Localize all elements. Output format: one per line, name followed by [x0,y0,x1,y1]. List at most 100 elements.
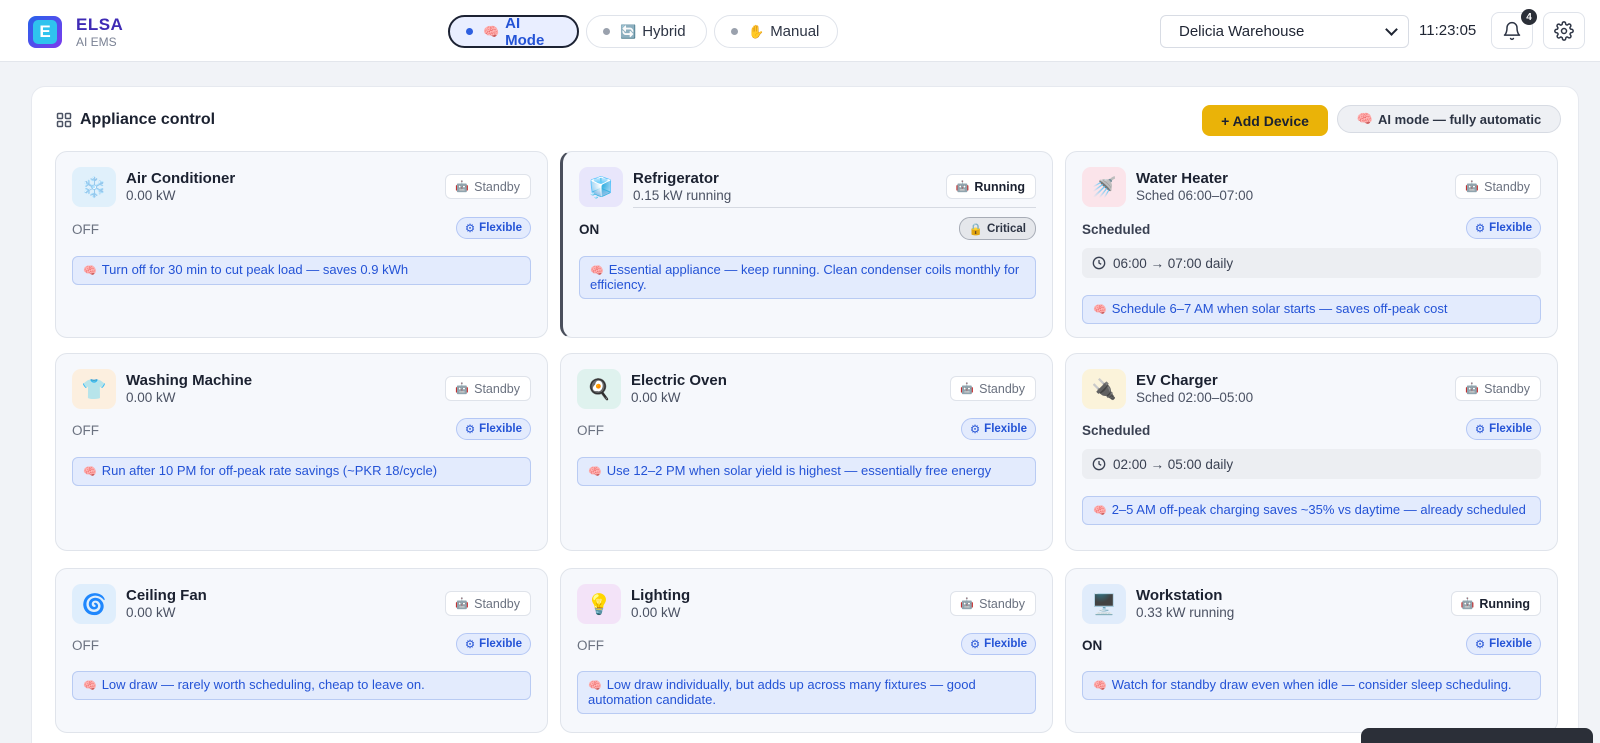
flexible-badge: ⚙ Flexible [455,418,531,440]
standby-button[interactable]: 🤖 Standby [445,591,531,616]
lock-icon: 🔒 [968,223,983,236]
clock: 11:23:05 [1419,22,1477,39]
state-label: Standby [474,179,520,194]
standby-button[interactable]: 🤖 Standby [1455,174,1541,199]
tip-text: Low draw individually, but adds up acros… [588,677,976,707]
running-button[interactable]: 🤖 Running [945,174,1036,199]
ai-tip: 🧠 Use 12–2 PM when solar yield is highest… [577,457,1036,486]
appliance-control-panel: Appliance control + Add Device 🧠 AI mode… [31,86,1579,743]
standby-button[interactable]: 🤖 Standby [950,376,1036,401]
brand-subtitle: AI EMS [76,35,117,49]
tip-text: Run after 10 PM for off-peak rate saving… [101,463,438,478]
tag-label: Flexible [1489,222,1532,234]
brain-icon: 🧠 [588,680,602,692]
device-power: 0.33 kW running [1136,605,1235,620]
device-card-electric-oven[interactable]: 🍳 Electric Oven 0.00 kW 🤖 Standby OFF ⚙ Fl… [560,353,1053,551]
status-dot [603,28,610,35]
flexible-badge: ⚙ Flexible [1465,633,1541,655]
ai-tip: 🧠 Low draw — rarely worth scheduling, che… [72,671,531,700]
robot-icon: 🤖 [1465,383,1480,395]
pan-icon: 🍳 [577,369,621,409]
ai-tip: 🧠 Essential appliance — keep running. Cle… [579,256,1036,299]
brain-icon: 🧠 [1356,111,1373,126]
device-status: OFF [72,638,99,653]
flex-icon: ⚙ [969,424,981,436]
divider [633,207,1036,208]
chevron-down-icon [1385,22,1398,36]
tag-label: Flexible [479,423,522,435]
tag-label: Flexible [984,638,1027,650]
logo[interactable]: E [28,16,62,48]
running-button[interactable]: 🤖 Running [1450,591,1541,616]
tag-label: Flexible [479,638,522,650]
top-bar: E ELSA AI EMS 🧠 AI Mode 🔄 Hybrid ✋ Manua… [0,0,1600,62]
device-name: Water Heater [1136,170,1228,187]
device-power: 0.15 kW running [633,188,732,203]
device-name: Workstation [1136,587,1223,604]
settings-button[interactable] [1543,12,1585,49]
standby-button[interactable]: 🤖 Standby [445,376,531,401]
tip-text: 2–5 AM off-peak charging saves ~35% vs d… [1111,502,1526,517]
tip-text: Watch for standby draw even when idle — … [1111,677,1512,692]
shower-icon: 🚿 [1082,167,1126,207]
mode-hybrid-button[interactable]: 🔄 Hybrid [586,15,707,48]
standby-button[interactable]: 🤖 Standby [950,591,1036,616]
device-card-ceiling-fan[interactable]: 🌀 Ceiling Fan 0.00 kW 🤖 Standby OFF ⚙ Flex… [55,568,548,733]
robot-icon: 🤖 [1465,181,1480,193]
bell-icon [1503,21,1521,40]
status-dot [731,28,738,35]
device-card-water-heater[interactable]: 🚿 Water Heater Sched 06:00–07:00 🤖 Standb… [1065,151,1558,338]
ai-tip: 🧠 2–5 AM off-peak charging saves ~35% vs … [1082,496,1541,525]
state-label: Running [974,179,1025,194]
snowflake-icon: ❄️ [72,167,116,207]
hand-icon: ✋ [748,23,765,39]
device-card-lighting[interactable]: 💡 Lighting 0.00 kW 🤖 Standby OFF ⚙ Flexibl… [560,568,1053,733]
plug-icon: 🔌 [1082,369,1126,409]
ai-tip: 🧠 Run after 10 PM for off-peak rate savin… [72,457,531,486]
schedule-row: 06:00 → 07:00 daily [1082,248,1541,278]
flex-icon: ⚙ [1474,424,1486,436]
panel-title-text: Appliance control [80,111,216,128]
device-card-ev-charger[interactable]: 🔌 EV Charger Sched 02:00–05:00 🤖 Standby … [1065,353,1558,551]
state-label: Standby [979,596,1025,611]
mode-ai-button[interactable]: 🧠 AI Mode [448,14,579,49]
tip-text: Low draw — rarely worth scheduling, chea… [101,677,425,692]
schedule-row: 02:00 → 05:00 daily [1082,449,1541,479]
device-power: 0.00 kW [631,605,681,620]
flex-icon: ⚙ [464,223,476,235]
device-status: Scheduled [1082,423,1151,438]
notification-badge: 4 [1521,9,1537,25]
device-card-air-conditioner[interactable]: ❄️ Air Conditioner 0.00 kW 🤖 Standby OFF … [55,151,548,338]
flex-icon: ⚙ [1474,223,1486,235]
robot-icon: 🤖 [455,181,470,193]
clock-icon [1092,256,1106,270]
mode-label: AI Mode [505,14,545,49]
monitor-icon: 🖥️ [1082,584,1126,624]
standby-button[interactable]: 🤖 Standby [1455,376,1541,401]
device-status: ON [579,222,600,237]
tag-label: Flexible [479,222,522,234]
device-card-washing-machine[interactable]: 👕 Washing Machine 0.00 kW 🤖 Standby OFF ⚙… [55,353,548,551]
brain-icon: 🧠 [588,466,602,478]
flexible-badge: ⚙ Flexible [1465,418,1541,440]
refresh-icon: 🔄 [620,23,637,39]
device-card-refrigerator[interactable]: 🧊 Refrigerator 0.15 kW running 🤖 Running … [560,151,1053,338]
shirt-icon: 👕 [72,369,116,409]
device-power: 0.00 kW [126,605,176,620]
flex-icon: ⚙ [1474,639,1486,651]
device-schedule: Sched 06:00–07:00 [1136,188,1254,203]
mode-manual-button[interactable]: ✋ Manual [714,15,838,48]
device-name: Refrigerator [633,170,719,187]
toast-notification[interactable] [1361,728,1593,743]
standby-button[interactable]: 🤖 Standby [445,174,531,199]
mode-label: Manual [770,23,820,40]
device-card-workstation[interactable]: 🖥️ Workstation 0.33 kW running 🤖 Running … [1065,568,1558,733]
flexible-badge: ⚙ Flexible [455,217,531,239]
robot-icon: 🤖 [455,598,470,610]
state-label: Standby [1484,179,1530,194]
ice-cube-icon: 🧊 [579,167,623,207]
brain-icon: 🧠 [1093,304,1107,316]
add-device-button[interactable]: + Add Device [1202,105,1328,136]
site-select[interactable]: Delicia Warehouse [1160,15,1409,48]
state-label: Standby [474,596,520,611]
